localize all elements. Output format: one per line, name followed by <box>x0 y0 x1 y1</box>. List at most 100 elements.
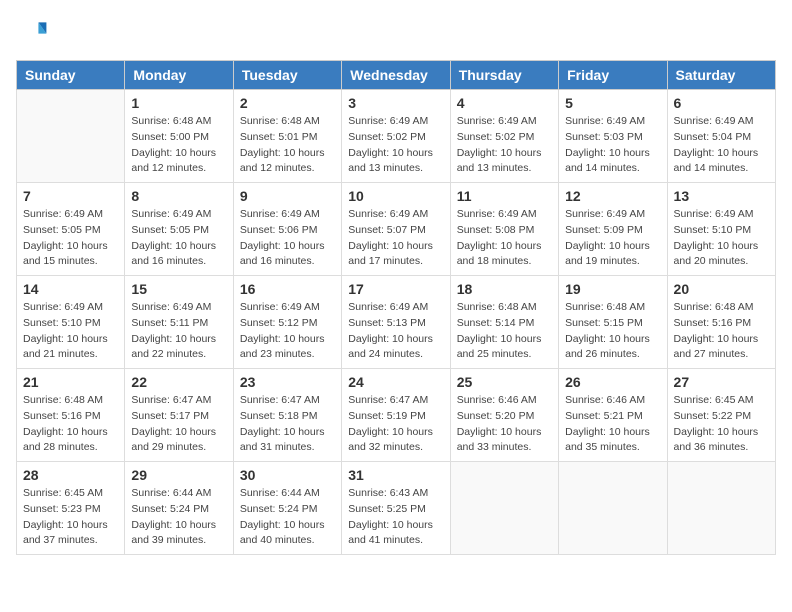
calendar-cell: 31 Sunrise: 6:43 AMSunset: 5:25 PMDayligh… <box>342 462 450 555</box>
day-number: 26 <box>565 374 660 390</box>
calendar-cell: 22 Sunrise: 6:47 AMSunset: 5:17 PMDayligh… <box>125 369 233 462</box>
calendar-cell: 19 Sunrise: 6:48 AMSunset: 5:15 PMDayligh… <box>559 276 667 369</box>
week-row-2: 7 Sunrise: 6:49 AMSunset: 5:05 PMDaylight… <box>17 183 776 276</box>
calendar-cell: 15Sunrise: 6:49 AMSunset: 5:11 PMDayligh… <box>125 276 233 369</box>
calendar-cell: 4 Sunrise: 6:49 AMSunset: 5:02 PMDaylight… <box>450 90 558 183</box>
calendar-cell: 16 Sunrise: 6:49 AMSunset: 5:12 PMDayligh… <box>233 276 341 369</box>
day-number: 24 <box>348 374 443 390</box>
day-info: Sunrise: 6:46 AMSunset: 5:21 PMDaylight:… <box>565 393 660 456</box>
calendar-cell: 17Sunrise: 6:49 AMSunset: 5:13 PMDayligh… <box>342 276 450 369</box>
day-number: 31 <box>348 467 443 483</box>
calendar-cell: 21Sunrise: 6:48 AMSunset: 5:16 PMDayligh… <box>17 369 125 462</box>
calendar-cell: 6Sunrise: 6:49 AMSunset: 5:04 PMDaylight… <box>667 90 775 183</box>
day-number: 23 <box>240 374 335 390</box>
day-number: 25 <box>457 374 552 390</box>
calendar-cell: 11Sunrise: 6:49 AMSunset: 5:08 PMDayligh… <box>450 183 558 276</box>
day-info: Sunrise: 6:48 AMSunset: 5:15 PMDaylight:… <box>565 300 660 363</box>
day-number: 6 <box>674 95 769 111</box>
day-info: Sunrise: 6:48 AMSunset: 5:01 PMDaylight:… <box>240 114 335 177</box>
day-number: 9 <box>240 188 335 204</box>
calendar-cell: 28 Sunrise: 6:45 AMSunset: 5:23 PMDayligh… <box>17 462 125 555</box>
day-info: Sunrise: 6:49 AMSunset: 5:10 PMDaylight:… <box>674 207 769 270</box>
day-number: 1 <box>131 95 226 111</box>
calendar-cell: 5Sunrise: 6:49 AMSunset: 5:03 PMDaylight… <box>559 90 667 183</box>
calendar-cell: 25 Sunrise: 6:46 AMSunset: 5:20 PMDayligh… <box>450 369 558 462</box>
day-number: 19 <box>565 281 660 297</box>
calendar-cell: 3 Sunrise: 6:49 AMSunset: 5:02 PMDaylight… <box>342 90 450 183</box>
day-info: Sunrise: 6:48 AMSunset: 5:16 PMDaylight:… <box>674 300 769 363</box>
calendar-cell: 26 Sunrise: 6:46 AMSunset: 5:21 PMDayligh… <box>559 369 667 462</box>
col-header-wednesday: Wednesday <box>342 61 450 90</box>
day-number: 12 <box>565 188 660 204</box>
day-number: 29 <box>131 467 226 483</box>
calendar-cell: 13 Sunrise: 6:49 AMSunset: 5:10 PMDayligh… <box>667 183 775 276</box>
calendar-cell: 27Sunrise: 6:45 AMSunset: 5:22 PMDayligh… <box>667 369 775 462</box>
day-info: Sunrise: 6:44 AMSunset: 5:24 PMDaylight:… <box>240 486 335 549</box>
calendar-cell: 23 Sunrise: 6:47 AMSunset: 5:18 PMDayligh… <box>233 369 341 462</box>
calendar-cell: 1 Sunrise: 6:48 AMSunset: 5:00 PMDaylight… <box>125 90 233 183</box>
day-info: Sunrise: 6:48 AMSunset: 5:16 PMDaylight:… <box>23 393 118 456</box>
day-info: Sunrise: 6:49 AMSunset: 5:02 PMDaylight:… <box>457 114 552 177</box>
col-header-thursday: Thursday <box>450 61 558 90</box>
day-number: 22 <box>131 374 226 390</box>
calendar-table: SundayMondayTuesdayWednesdayThursdayFrid… <box>16 60 776 555</box>
day-number: 16 <box>240 281 335 297</box>
calendar-cell <box>17 90 125 183</box>
day-number: 3 <box>348 95 443 111</box>
day-number: 18 <box>457 281 552 297</box>
day-info: Sunrise: 6:44 AMSunset: 5:24 PMDaylight:… <box>131 486 226 549</box>
logo <box>16 16 52 48</box>
col-header-sunday: Sunday <box>17 61 125 90</box>
day-info: Sunrise: 6:47 AMSunset: 5:19 PMDaylight:… <box>348 393 443 456</box>
day-number: 4 <box>457 95 552 111</box>
day-info: Sunrise: 6:49 AMSunset: 5:05 PMDaylight:… <box>131 207 226 270</box>
calendar-cell: 24 Sunrise: 6:47 AMSunset: 5:19 PMDayligh… <box>342 369 450 462</box>
calendar-cell: 14Sunrise: 6:49 AMSunset: 5:10 PMDayligh… <box>17 276 125 369</box>
calendar-cell <box>559 462 667 555</box>
week-row-3: 14Sunrise: 6:49 AMSunset: 5:10 PMDayligh… <box>17 276 776 369</box>
calendar-cell: 30 Sunrise: 6:44 AMSunset: 5:24 PMDayligh… <box>233 462 341 555</box>
calendar-cell: 29 Sunrise: 6:44 AMSunset: 5:24 PMDayligh… <box>125 462 233 555</box>
day-info: Sunrise: 6:48 AMSunset: 5:14 PMDaylight:… <box>457 300 552 363</box>
day-info: Sunrise: 6:46 AMSunset: 5:20 PMDaylight:… <box>457 393 552 456</box>
day-number: 20 <box>674 281 769 297</box>
day-number: 7 <box>23 188 118 204</box>
day-info: Sunrise: 6:45 AMSunset: 5:23 PMDaylight:… <box>23 486 118 549</box>
week-row-5: 28 Sunrise: 6:45 AMSunset: 5:23 PMDayligh… <box>17 462 776 555</box>
day-info: Sunrise: 6:49 AMSunset: 5:02 PMDaylight:… <box>348 114 443 177</box>
day-number: 2 <box>240 95 335 111</box>
logo-icon <box>16 16 48 48</box>
calendar-cell <box>667 462 775 555</box>
day-info: Sunrise: 6:49 AMSunset: 5:03 PMDaylight:… <box>565 114 660 177</box>
calendar-cell: 20 Sunrise: 6:48 AMSunset: 5:16 PMDayligh… <box>667 276 775 369</box>
calendar-cell: 10Sunrise: 6:49 AMSunset: 5:07 PMDayligh… <box>342 183 450 276</box>
day-info: Sunrise: 6:49 AMSunset: 5:12 PMDaylight:… <box>240 300 335 363</box>
calendar-cell: 9 Sunrise: 6:49 AMSunset: 5:06 PMDaylight… <box>233 183 341 276</box>
day-info: Sunrise: 6:47 AMSunset: 5:18 PMDaylight:… <box>240 393 335 456</box>
day-info: Sunrise: 6:48 AMSunset: 5:00 PMDaylight:… <box>131 114 226 177</box>
day-number: 27 <box>674 374 769 390</box>
day-info: Sunrise: 6:49 AMSunset: 5:07 PMDaylight:… <box>348 207 443 270</box>
col-header-friday: Friday <box>559 61 667 90</box>
day-number: 17 <box>348 281 443 297</box>
week-row-4: 21Sunrise: 6:48 AMSunset: 5:16 PMDayligh… <box>17 369 776 462</box>
calendar-header-row: SundayMondayTuesdayWednesdayThursdayFrid… <box>17 61 776 90</box>
week-row-1: 1 Sunrise: 6:48 AMSunset: 5:00 PMDaylight… <box>17 90 776 183</box>
day-info: Sunrise: 6:49 AMSunset: 5:09 PMDaylight:… <box>565 207 660 270</box>
day-info: Sunrise: 6:47 AMSunset: 5:17 PMDaylight:… <box>131 393 226 456</box>
day-number: 13 <box>674 188 769 204</box>
day-number: 28 <box>23 467 118 483</box>
day-info: Sunrise: 6:49 AMSunset: 5:10 PMDaylight:… <box>23 300 118 363</box>
col-header-monday: Monday <box>125 61 233 90</box>
day-info: Sunrise: 6:49 AMSunset: 5:06 PMDaylight:… <box>240 207 335 270</box>
calendar-cell: 12 Sunrise: 6:49 AMSunset: 5:09 PMDayligh… <box>559 183 667 276</box>
calendar-cell: 2 Sunrise: 6:48 AMSunset: 5:01 PMDaylight… <box>233 90 341 183</box>
day-info: Sunrise: 6:49 AMSunset: 5:11 PMDaylight:… <box>131 300 226 363</box>
calendar-cell: 18 Sunrise: 6:48 AMSunset: 5:14 PMDayligh… <box>450 276 558 369</box>
day-info: Sunrise: 6:49 AMSunset: 5:08 PMDaylight:… <box>457 207 552 270</box>
calendar-cell: 7Sunrise: 6:49 AMSunset: 5:05 PMDaylight… <box>17 183 125 276</box>
day-number: 30 <box>240 467 335 483</box>
col-header-tuesday: Tuesday <box>233 61 341 90</box>
day-info: Sunrise: 6:43 AMSunset: 5:25 PMDaylight:… <box>348 486 443 549</box>
col-header-saturday: Saturday <box>667 61 775 90</box>
